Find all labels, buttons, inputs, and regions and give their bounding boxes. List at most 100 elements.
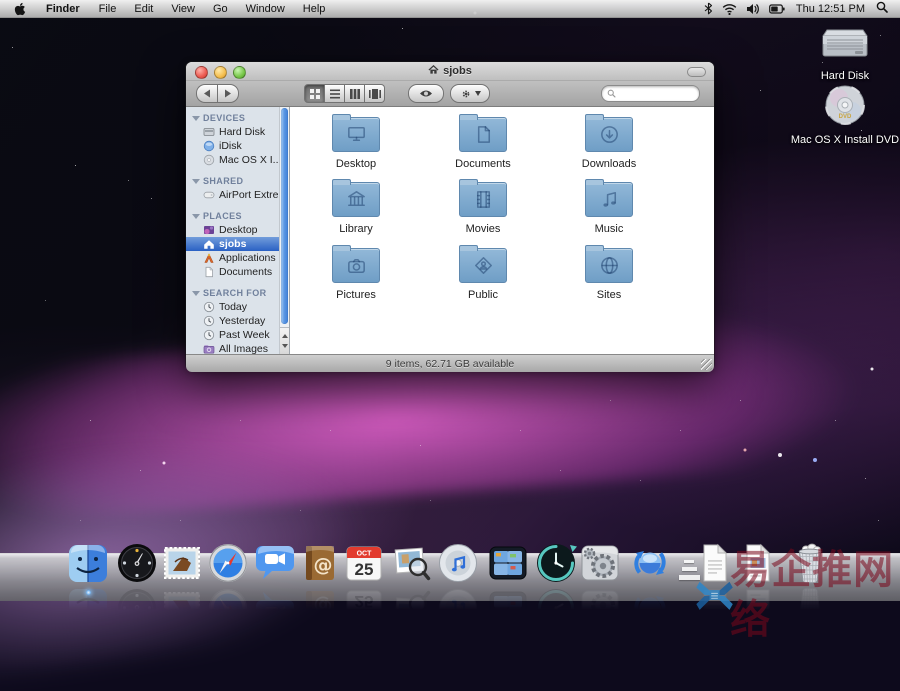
menu-items: FinderFileEditViewGoWindowHelp xyxy=(36,3,334,15)
dock-app-safari[interactable] xyxy=(206,541,250,585)
folder-downloads[interactable]: Downloads xyxy=(559,117,659,170)
dock-app-system-preferences[interactable] xyxy=(578,541,622,585)
back-button[interactable] xyxy=(196,84,217,103)
bluetooth-icon[interactable] xyxy=(704,2,713,15)
forward-button[interactable] xyxy=(217,84,239,103)
dock-app-preview[interactable] xyxy=(390,541,434,585)
sidebar-item-today[interactable]: Today xyxy=(186,300,289,314)
folder-music[interactable]: Music xyxy=(559,182,659,235)
folder-icon xyxy=(332,117,380,152)
sidebar-item-sjobs[interactable]: sjobs xyxy=(186,237,280,251)
dock-app-address-book[interactable]: @ @ xyxy=(298,541,342,585)
action-menu-button[interactable] xyxy=(450,84,490,103)
window-title: sjobs xyxy=(428,64,472,78)
wifi-icon[interactable] xyxy=(722,3,737,15)
dock-app-ical[interactable]: OCT25 OCT25 xyxy=(342,541,386,585)
close-button[interactable] xyxy=(195,66,208,79)
sidebar-item-airport-extreme[interactable]: AirPort Extreme xyxy=(186,188,289,202)
folder-grid: Desktop Documents Downloads Library xyxy=(290,107,714,354)
scroll-up-arrow[interactable] xyxy=(282,334,288,338)
dock-app-finder[interactable] xyxy=(66,541,110,585)
quick-look-button[interactable] xyxy=(408,84,444,103)
folder-library[interactable]: Library xyxy=(306,182,406,235)
sites-glyph-icon xyxy=(586,249,632,282)
disclosure-triangle-icon[interactable] xyxy=(192,116,200,121)
view-coverflow-button[interactable] xyxy=(365,84,385,103)
sidebar-item-hard-disk[interactable]: Hard Disk xyxy=(186,125,289,139)
view-mode-segments xyxy=(304,84,385,103)
desktop-glyph-icon xyxy=(333,118,379,151)
dock-app-dashboard[interactable] xyxy=(115,541,159,585)
minimize-button[interactable] xyxy=(214,66,227,79)
search-input[interactable] xyxy=(616,87,690,100)
folder-movies[interactable]: Movies xyxy=(433,182,533,235)
dock-stack-documents[interactable] xyxy=(692,541,736,585)
sidebar-section-places[interactable]: PLACES xyxy=(186,209,289,223)
dock-reflection xyxy=(788,586,832,630)
dock-reflection xyxy=(390,586,434,630)
trash-icon xyxy=(788,541,832,585)
dock-app-time-machine[interactable] xyxy=(534,541,578,585)
battery-icon[interactable] xyxy=(769,4,785,14)
sidebar-item-yesterday[interactable]: Yesterday xyxy=(186,314,289,328)
desktop-icon-dvd[interactable]: DVD Mac OS X Install DVD xyxy=(775,84,900,146)
view-list-button[interactable] xyxy=(325,84,345,103)
hard-disk-icon xyxy=(775,24,900,67)
menu-clock[interactable]: Thu 12:51 PM xyxy=(794,3,867,15)
menu-view[interactable]: View xyxy=(162,3,204,15)
menu-finder[interactable]: Finder xyxy=(36,3,90,15)
menu-help[interactable]: Help xyxy=(294,3,335,15)
apple-menu[interactable] xyxy=(14,2,26,16)
scrollbar-thumb[interactable] xyxy=(281,108,288,324)
menu-file[interactable]: File xyxy=(90,3,126,15)
window-titlebar[interactable]: sjobs xyxy=(186,62,714,81)
dock-app-software-update[interactable] xyxy=(628,541,672,585)
folder-documents[interactable]: Documents xyxy=(433,117,533,170)
sidebar-item-all-images[interactable]: All Images xyxy=(186,342,289,354)
view-column-button[interactable] xyxy=(345,84,365,103)
menu-edit[interactable]: Edit xyxy=(125,3,162,15)
volume-icon[interactable] xyxy=(746,3,760,15)
desktop-icon xyxy=(203,224,215,236)
dock-stack-downloads[interactable] xyxy=(735,541,779,585)
toolbar-toggle-button[interactable] xyxy=(687,67,706,77)
dock-app-mail[interactable] xyxy=(160,541,204,585)
dock-app-spaces[interactable] xyxy=(486,541,530,585)
sidebar-item-mac-os-x-i-[interactable]: Mac OS X I... xyxy=(186,153,289,167)
sidebar-item-idisk[interactable]: iDisk xyxy=(186,139,289,153)
folder-desktop[interactable]: Desktop xyxy=(306,117,406,170)
desktop-icon-hard-disk[interactable]: Hard Disk xyxy=(775,24,900,82)
disclosure-triangle-icon[interactable] xyxy=(192,291,200,296)
spotlight-icon[interactable] xyxy=(876,1,888,16)
view-icon-button[interactable] xyxy=(304,84,325,103)
sidebar-item-applications[interactable]: Applications xyxy=(186,251,289,265)
folder-public[interactable]: Public xyxy=(433,248,533,301)
zoom-button[interactable] xyxy=(233,66,246,79)
sidebar-item-past-week[interactable]: Past Week xyxy=(186,328,289,342)
sidebar-section-search-for[interactable]: SEARCH FOR xyxy=(186,286,289,300)
sidebar-item-label: Documents xyxy=(219,266,272,278)
system-preferences-icon xyxy=(578,541,622,585)
resize-grip[interactable] xyxy=(701,359,712,370)
internal-disk-icon xyxy=(203,126,215,138)
folder-pictures[interactable]: Pictures xyxy=(306,248,406,301)
sidebar-scrollbar[interactable] xyxy=(279,107,289,354)
folder-icon xyxy=(585,248,633,283)
menu-window[interactable]: Window xyxy=(237,3,294,15)
menu-go[interactable]: Go xyxy=(204,3,237,15)
dock-app-itunes[interactable] xyxy=(436,541,480,585)
disclosure-triangle-icon[interactable] xyxy=(192,179,200,184)
sidebar-item-documents[interactable]: Documents xyxy=(186,265,289,279)
sidebar-section-devices[interactable]: DEVICES xyxy=(186,111,289,125)
dock-app-ichat[interactable] xyxy=(253,541,297,585)
dock-trash-trash[interactable] xyxy=(788,541,832,585)
folder-sites[interactable]: Sites xyxy=(559,248,659,301)
scroll-down-arrow[interactable] xyxy=(282,344,288,348)
search-field[interactable] xyxy=(601,85,700,102)
sidebar-item-label: Yesterday xyxy=(219,315,265,327)
finder-icon xyxy=(66,541,110,585)
disclosure-triangle-icon[interactable] xyxy=(192,214,200,219)
sidebar-item-desktop[interactable]: Desktop xyxy=(186,223,289,237)
smart-folder-icon xyxy=(203,343,215,354)
sidebar-section-shared[interactable]: SHARED xyxy=(186,174,289,188)
